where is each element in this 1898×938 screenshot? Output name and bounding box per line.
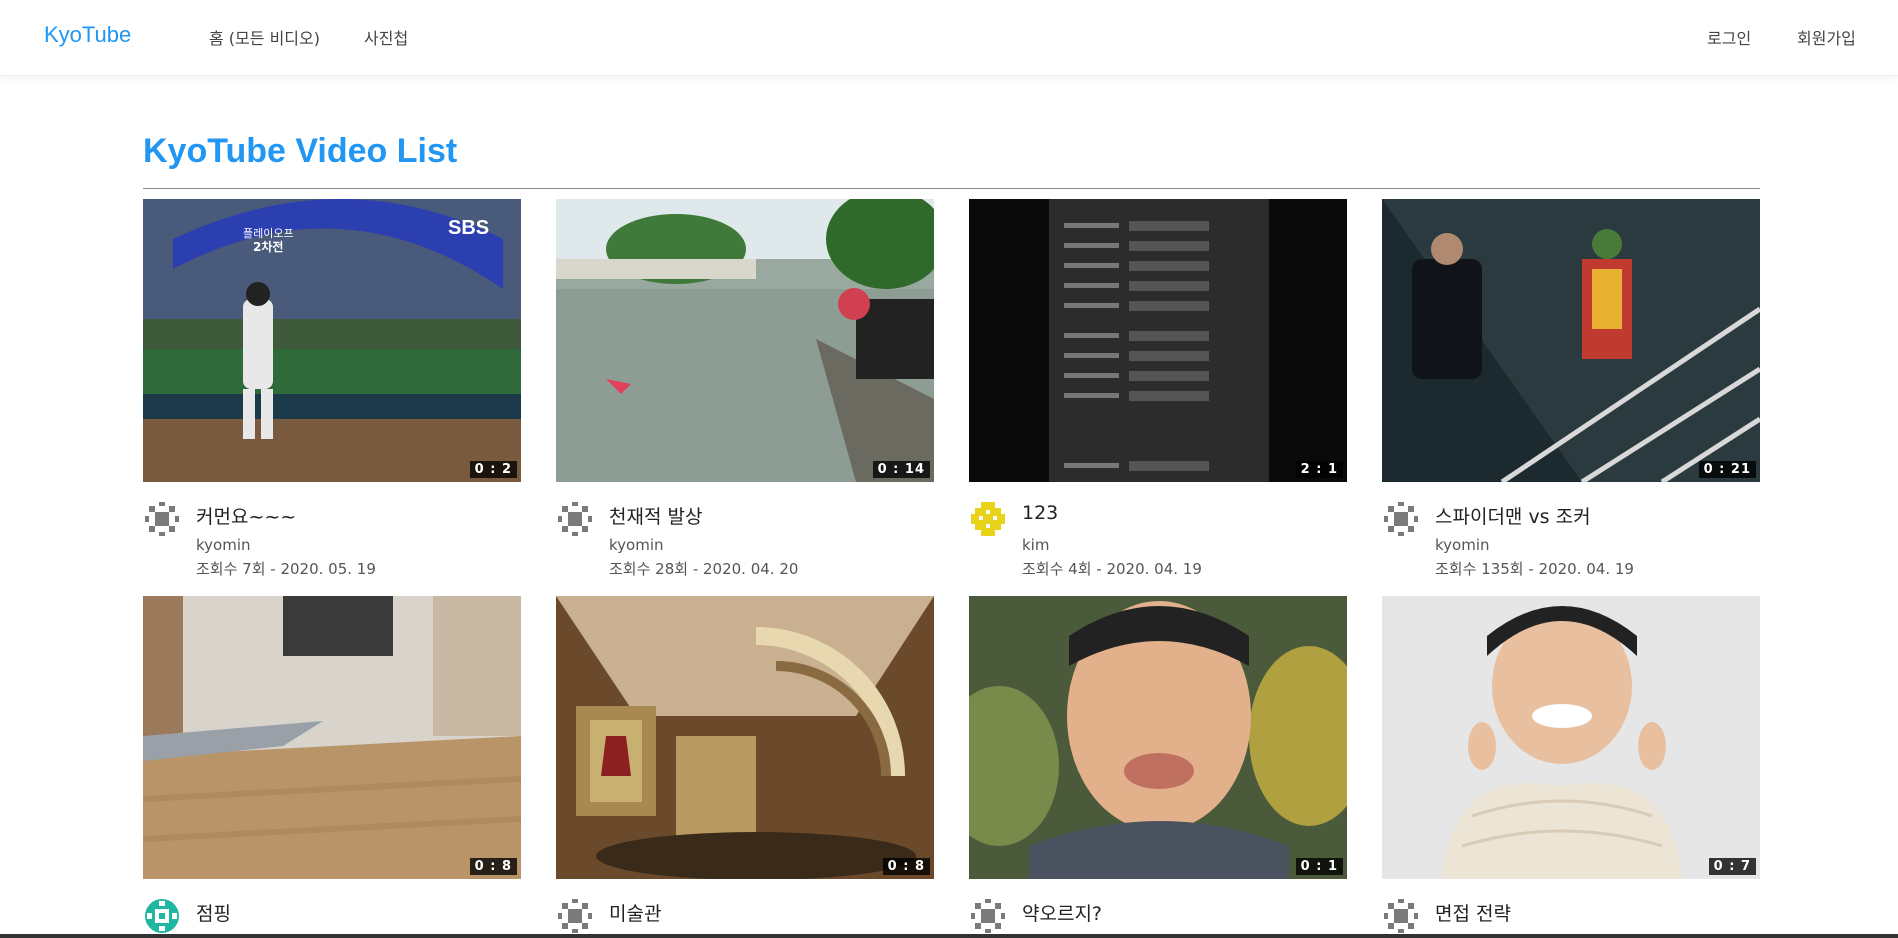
video-duration: 0 : 7 [1708, 858, 1756, 875]
video-thumbnail[interactable]: 0 : 7 [1382, 596, 1760, 879]
user-avatar-icon[interactable] [969, 500, 1007, 538]
thumbnail-image: SBS 플레이오프 2차전 [143, 199, 521, 482]
video-card[interactable]: 0 : 1 약오르지? [969, 596, 1347, 934]
bottom-edge [0, 934, 1898, 938]
video-thumbnail[interactable]: 0 : 8 [143, 596, 521, 879]
video-title[interactable]: 스파이더맨 vs 조커 [1435, 502, 1591, 529]
video-author[interactable]: kyomin [1435, 536, 1490, 554]
nav-link-home[interactable]: 홈 (모든 비디오) [209, 25, 320, 49]
video-title[interactable]: 123 [1022, 502, 1058, 524]
video-author[interactable]: kyomin [609, 536, 664, 554]
video-title[interactable]: 면접 전략 [1435, 899, 1511, 926]
video-duration: 0 : 8 [882, 858, 930, 875]
video-title[interactable]: 점핑 [196, 899, 231, 926]
brand-logo[interactable]: KyoTube [44, 22, 131, 48]
video-title[interactable]: 커먼요~~~ [196, 502, 296, 529]
title-divider [143, 188, 1760, 189]
nav-link-photos[interactable]: 사진첩 [364, 25, 408, 49]
video-meta: 조회수 28회 - 2020. 04. 20 [609, 560, 799, 578]
page-title: KyoTube Video List [143, 132, 458, 170]
thumbnail-image [1382, 596, 1760, 879]
video-thumbnail[interactable]: SBS 플레이오프 2차전 0 : 2 [143, 199, 521, 482]
video-thumbnail[interactable]: 0 : 21 [1382, 199, 1760, 482]
nav-link-signup[interactable]: 회원가입 [1797, 25, 1856, 49]
video-thumbnail[interactable]: 0 : 8 [556, 596, 934, 879]
video-meta: 조회수 135회 - 2020. 04. 19 [1435, 560, 1634, 578]
video-author[interactable]: kim [1022, 536, 1049, 554]
thumbnail-image [969, 199, 1347, 482]
video-card[interactable]: 0 : 21 스파이더맨 vs 조커 kyomin 조회수 135회 - 202… [1382, 199, 1760, 579]
thumbnail-image [969, 596, 1347, 879]
video-duration: 0 : 14 [872, 461, 930, 478]
video-thumbnail[interactable]: 2 : 1 [969, 199, 1347, 482]
svg-text:2차전: 2차전 [253, 239, 283, 254]
user-avatar-icon[interactable] [969, 897, 1007, 935]
user-avatar-icon[interactable] [143, 897, 181, 935]
video-author[interactable]: kyomin [196, 536, 251, 554]
svg-text:SBS: SBS [448, 217, 489, 239]
video-card[interactable]: SBS 플레이오프 2차전 0 : 2 커먼요~~~ kyomin 조회수 7회… [143, 199, 521, 579]
thumbnail-image [556, 199, 934, 482]
video-duration: 2 : 1 [1295, 461, 1343, 478]
video-duration: 0 : 8 [469, 858, 517, 875]
video-card[interactable]: 2 : 1 123 kim 조회수 4회 - 2020. 04. 19 [969, 199, 1347, 579]
user-avatar-icon[interactable] [143, 500, 181, 538]
video-card[interactable]: 0 : 7 면접 전략 [1382, 596, 1760, 934]
thumbnail-image [143, 596, 521, 879]
user-avatar-icon[interactable] [556, 500, 594, 538]
video-title[interactable]: 천재적 발상 [609, 502, 702, 529]
top-navbar: KyoTube 홈 (모든 비디오) 사진첩 로그인 회원가입 [0, 0, 1898, 76]
nav-link-login[interactable]: 로그인 [1707, 25, 1751, 49]
thumbnail-image [556, 596, 934, 879]
video-title[interactable]: 약오르지? [1022, 899, 1102, 926]
video-title[interactable]: 미술관 [609, 899, 661, 926]
user-avatar-icon[interactable] [1382, 500, 1420, 538]
video-thumbnail[interactable]: 0 : 14 [556, 199, 934, 482]
video-card[interactable]: 0 : 8 점핑 [143, 596, 521, 934]
video-card[interactable]: 0 : 14 천재적 발상 kyomin 조회수 28회 - 2020. 04.… [556, 199, 934, 579]
video-meta: 조회수 7회 - 2020. 05. 19 [196, 560, 376, 578]
thumbnail-image [1382, 199, 1760, 482]
video-duration: 0 : 21 [1698, 461, 1756, 478]
video-thumbnail[interactable]: 0 : 1 [969, 596, 1347, 879]
video-duration: 0 : 1 [1295, 858, 1343, 875]
svg-text:플레이오프: 플레이오프 [243, 227, 294, 240]
video-card[interactable]: 0 : 8 미술관 [556, 596, 934, 934]
user-avatar-icon[interactable] [556, 897, 594, 935]
video-meta: 조회수 4회 - 2020. 04. 19 [1022, 560, 1202, 578]
video-duration: 0 : 2 [469, 461, 517, 478]
user-avatar-icon[interactable] [1382, 897, 1420, 935]
